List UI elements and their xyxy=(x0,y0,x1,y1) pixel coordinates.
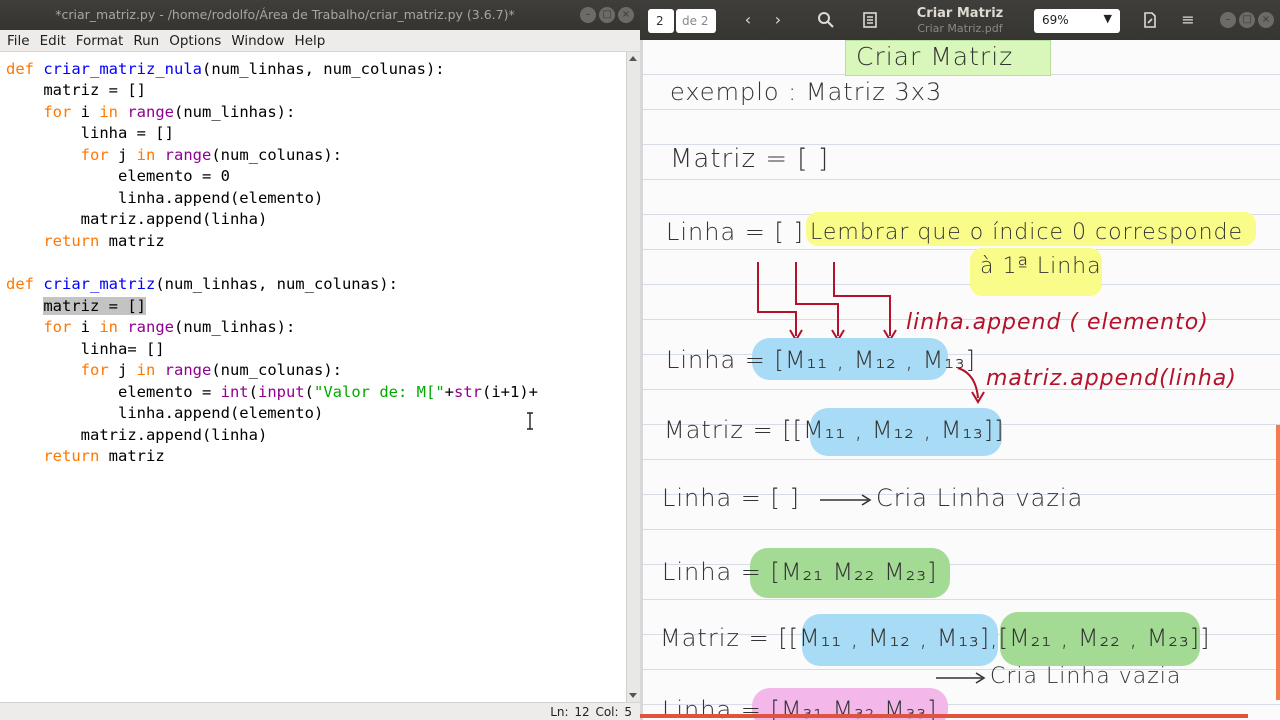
pdf-viewer-headerbar[interactable]: 2 de 2 ‹ › Criar Matriz Criar Matriz.pdf… xyxy=(640,0,1280,40)
code-line-6: elemento = 0 xyxy=(6,167,230,185)
notes-cria-linha-vazia: Cria Linha vazia xyxy=(876,484,1084,512)
code-line-4: linha = [] xyxy=(6,124,174,142)
page-total-label: de 2 xyxy=(676,9,716,33)
notes-matriz-rows12: Matriz = [[M₁₁ , M₁₂ , M₁₃],[M₂₁ , M₂₂ ,… xyxy=(660,624,1211,652)
idle-menubar: File Edit Format Run Options Window Help xyxy=(0,30,640,52)
code-line-2: matriz = [] xyxy=(6,81,146,99)
idle-window-title: *criar_matriz.py - /home/rodolfo/Área de… xyxy=(55,7,515,22)
notes-linha-row1: Linha = [M₁₁ , M₁₂ , M₁₃] xyxy=(666,346,976,374)
editor-vertical-scrollbar[interactable] xyxy=(626,52,640,702)
previous-page-icon[interactable]: ‹ xyxy=(738,10,758,30)
menu-file[interactable]: File xyxy=(2,30,35,51)
notes-linha-append: linha.append ( elemento) xyxy=(906,310,1209,335)
zoom-select[interactable]: 69% ▼ xyxy=(1034,9,1120,33)
code-line-5: for j in range(num_colunas): xyxy=(80,146,342,164)
close-icon[interactable]: × xyxy=(1258,12,1274,28)
notes-linha-empty-2: Linha = [ ] xyxy=(662,484,800,512)
notes-cria-linha-vazia-2: Cria Linha vazia xyxy=(990,664,1182,689)
hamburger-menu-icon[interactable]: ≡ xyxy=(1178,10,1198,30)
menu-window[interactable]: Window xyxy=(226,30,289,51)
page-bottom-edge xyxy=(640,714,1248,718)
code-line-16: elemento = int(input("Valor de: M["+str(… xyxy=(6,383,538,401)
menu-options[interactable]: Options xyxy=(164,30,226,51)
minimize-icon[interactable]: – xyxy=(1220,12,1236,28)
minimize-icon[interactable]: – xyxy=(580,7,596,23)
scroll-up-icon[interactable] xyxy=(629,56,637,61)
annotate-icon[interactable] xyxy=(1140,10,1160,30)
menu-edit[interactable]: Edit xyxy=(35,30,71,51)
code-line-11: def criar_matriz(num_linhas, num_colunas… xyxy=(6,275,398,293)
cursor-position: Ln: 12 Col: 5 xyxy=(550,705,632,719)
maximize-icon[interactable]: □ xyxy=(599,7,615,23)
zoom-value: 69% xyxy=(1042,13,1069,27)
chevron-down-icon: ▼ xyxy=(1103,12,1112,25)
notes-matriz-row1: Matriz = [[M₁₁ , M₁₂ , M₁₃]] xyxy=(664,416,1005,444)
code-line-13: for i in range(num_linhas): xyxy=(43,318,296,336)
idle-titlebar[interactable]: *criar_matriz.py - /home/rodolfo/Área de… xyxy=(0,0,640,30)
code-line-7: linha.append(elemento) xyxy=(6,189,324,207)
close-icon[interactable]: × xyxy=(618,7,634,23)
text-cursor-icon xyxy=(527,412,533,430)
code-line-19: return matriz xyxy=(43,447,165,465)
code-editor[interactable]: def criar_matriz_nula(num_linhas, num_co… xyxy=(0,52,626,702)
notes-linha-row2: Linha = [M₂₁ M₂₂ M₂₃] xyxy=(662,558,938,586)
idle-editor-window: *criar_matriz.py - /home/rodolfo/Área de… xyxy=(0,0,640,720)
notes-matriz-append: matriz.append(linha) xyxy=(986,366,1237,391)
code-line-17: linha.append(elemento) xyxy=(6,404,324,422)
pdf-page-notes[interactable]: Criar Matriz exemplo : Matriz 3x3 Matriz… xyxy=(640,40,1280,720)
maximize-icon[interactable]: □ xyxy=(1239,12,1255,28)
code-line-8: matriz.append(linha) xyxy=(6,210,268,228)
sidebar-toggle-icon[interactable] xyxy=(860,10,880,30)
code-line-15: for j in range(num_colunas): xyxy=(80,361,342,379)
menu-help[interactable]: Help xyxy=(290,30,331,51)
search-icon[interactable] xyxy=(816,10,836,30)
document-filename: Criar Matriz.pdf xyxy=(917,22,1003,35)
scroll-down-icon[interactable] xyxy=(629,693,637,698)
menu-run[interactable]: Run xyxy=(128,30,164,51)
pdf-viewer-window: 2 de 2 ‹ › Criar Matriz Criar Matriz.pdf… xyxy=(640,0,1280,720)
next-page-icon[interactable]: › xyxy=(768,10,788,30)
page-number-input[interactable]: 2 xyxy=(648,9,674,33)
code-line-1: def criar_matriz_nula(num_linhas, num_co… xyxy=(6,60,445,78)
pdf-scroll-indicator[interactable] xyxy=(1276,425,1280,700)
code-line-9: return matriz xyxy=(43,232,165,250)
status-line: Ln: 12 xyxy=(550,705,590,719)
status-col: Col: 5 xyxy=(595,705,632,719)
code-line-12: matriz = [] xyxy=(43,297,146,315)
idle-statusbar: Ln: 12 Col: 5 xyxy=(0,702,640,720)
document-title: Criar Matriz xyxy=(916,6,1004,21)
code-line-14: linha= [] xyxy=(6,340,165,358)
code-line-18: matriz.append(linha) xyxy=(6,426,268,444)
menu-format[interactable]: Format xyxy=(71,30,129,51)
code-line-3: for i in range(num_linhas): xyxy=(43,103,296,121)
